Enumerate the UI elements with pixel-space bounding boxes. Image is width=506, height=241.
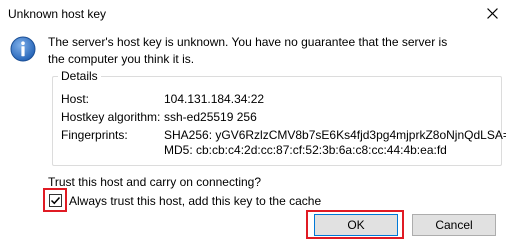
- message-line-2: the computer you think it is.: [48, 52, 195, 66]
- host-label: Host:: [61, 92, 90, 106]
- host-value: 104.131.184.34:22: [164, 92, 265, 106]
- close-icon: [486, 7, 498, 19]
- checkbox-highlight: [43, 188, 67, 212]
- trust-question: Trust this host and carry on connecting?: [48, 175, 261, 189]
- always-trust-checkbox[interactable]: [48, 193, 62, 207]
- close-button[interactable]: [478, 0, 506, 26]
- checkmark-icon: [50, 196, 60, 204]
- title-bar: Unknown host key: [0, 0, 506, 30]
- window-title: Unknown host key: [8, 7, 107, 21]
- cancel-button[interactable]: Cancel: [412, 214, 496, 236]
- fingerprint-sha256: SHA256: yGV6RzlzCMV8b7sE6Ks4fjd3pg4mjprk…: [164, 128, 506, 142]
- always-trust-label[interactable]: Always trust this host, add this key to …: [69, 194, 321, 208]
- algo-label: Hostkey algorithm:: [61, 110, 161, 124]
- message-line-1: The server's host key is unknown. You ha…: [48, 35, 448, 49]
- ok-button[interactable]: OK: [314, 214, 398, 236]
- fingerprints-label: Fingerprints:: [61, 128, 128, 142]
- fingerprint-md5: MD5: cb:cb:c4:2d:cc:87:cf:52:3b:6a:c8:cc…: [164, 143, 447, 157]
- message-text: The server's host key is unknown. You ha…: [48, 34, 488, 68]
- info-icon: [10, 36, 36, 62]
- details-title: Details: [58, 69, 101, 83]
- algo-value: ssh-ed25519 256: [164, 110, 257, 124]
